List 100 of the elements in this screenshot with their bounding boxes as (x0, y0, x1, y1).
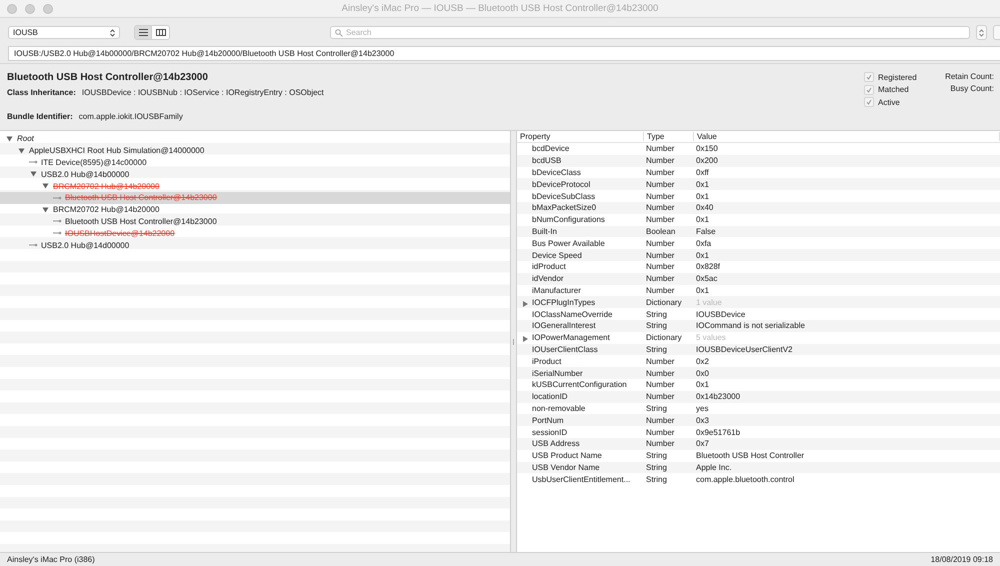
type-cell-text: Dictionary (645, 333, 683, 342)
disclosure-triangle-icon[interactable] (41, 182, 50, 190)
property-name: bMaxPacketSize0 (532, 203, 596, 212)
list-view-button[interactable] (135, 26, 152, 39)
disclosure-triangle-icon[interactable] (41, 206, 50, 214)
class-label: Class Inheritance: (7, 88, 76, 97)
value-cell-text: com.apple.bluetooth.control (695, 474, 796, 484)
value-cell-text: 0x150 (695, 144, 719, 154)
tree-row[interactable]: ITE Device(8595)@14c00000 (0, 156, 510, 168)
value-cell-text: 0x0 (695, 368, 710, 378)
value-cell-text: 1 value (695, 298, 723, 307)
split-handle[interactable] (513, 338, 514, 344)
list-icon (138, 29, 148, 36)
value-cell-text: yes (695, 404, 710, 413)
property-name: non-removable (532, 404, 586, 413)
tree-item-label: BRCM20702 Hub@14b20000 (53, 182, 160, 191)
connector-icon (53, 194, 62, 202)
class-value: IOUSBDevice : IOUSBNub : IOService : IORegistryEntry : OSObject (82, 88, 324, 97)
connector-icon (29, 241, 38, 250)
property-name: idProduct (532, 262, 566, 272)
tree-row[interactable]: AppleUSBXHCI Root Hub Simulation@14000000 (0, 144, 510, 157)
property-name: sessionID (532, 428, 568, 437)
type-cell-text: Number (645, 144, 676, 154)
value-cell-text: 0x1 (695, 180, 710, 189)
property-name: IOClassNameOverride (532, 310, 612, 319)
bundle-label: Bundle Identifier: (7, 112, 73, 121)
column-header[interactable]: Type (644, 132, 694, 141)
value-cell-text: 0x1 (695, 215, 710, 224)
object-name: Bluetooth USB Host Controller@14b23000 (7, 72, 209, 83)
tree-row[interactable]: BRCM20702 Hub@14b20000 (0, 204, 510, 216)
tree-item-label: IOUSBHostDevice@14b22000 (65, 228, 175, 238)
column-header[interactable]: Value (694, 132, 1000, 141)
value-cell-text: Bluetooth USB Host Controller (695, 451, 806, 460)
property-name: iProduct (532, 356, 562, 366)
connector-icon (53, 229, 62, 238)
value-cell-text: Apple Inc. (695, 462, 733, 472)
type-cell-text: Boolean (645, 226, 676, 236)
property-name: kUSBCurrentConfiguration (532, 380, 627, 390)
type-cell-text: String (645, 474, 668, 484)
value-cell-text: 0x9e51761b (695, 428, 742, 437)
value-cell-text: 0x7 (695, 439, 710, 448)
search-field[interactable]: Search (330, 26, 970, 39)
plane-popup[interactable]: IOUSB (8, 26, 120, 39)
value-cell-text: 0x14b23000 (695, 392, 742, 402)
tree-item-label: ITE Device(8595)@14c00000 (41, 158, 147, 167)
property-name: USB Vendor Name (532, 462, 600, 472)
value-cell-text: IOCommand is not serializable (695, 321, 806, 330)
property-name: bNumConfigurations (532, 215, 605, 224)
type-cell-text: Number (645, 156, 676, 166)
property-name: UsbUserClientEntitlement... (532, 474, 630, 484)
disclosure-icon[interactable] (522, 336, 528, 342)
disclosure-triangle-icon[interactable] (5, 134, 14, 143)
tree-item-label: Bluetooth USB Host Controller@14b23000 (65, 216, 217, 226)
value-cell-text: 0xfa (695, 238, 712, 248)
count-label: Busy Count: (950, 84, 994, 92)
type-cell-text: Number (645, 392, 676, 402)
disclosure-icon[interactable] (522, 300, 528, 307)
status-machine: Ainsley's iMac Pro (i386) (7, 555, 95, 564)
value-cell-text: IOUSBDevice (695, 310, 746, 319)
property-name: bDeviceClass (532, 168, 581, 177)
chevrons-icon (110, 28, 115, 36)
tree-row[interactable]: Root (0, 133, 510, 145)
tree-row[interactable]: IOUSBHostDevice@14b22000 (0, 227, 510, 240)
stepper[interactable] (976, 25, 987, 40)
status-date: 18/08/2019 09:18 (930, 555, 993, 564)
property-name: locationID (532, 392, 568, 402)
tree-item-label: USB2.0 Hub@14d00000 (41, 240, 130, 250)
value-cell-text: 0x1 (695, 192, 710, 201)
type-cell-text: Number (645, 250, 676, 260)
property-name: bDeviceSubClass (532, 192, 596, 201)
column-view-button[interactable] (152, 26, 169, 39)
type-cell-text: Number (645, 428, 676, 437)
bundle-value: com.apple.iokit.IOUSBFamily (78, 112, 183, 121)
disclosure-triangle-icon[interactable] (29, 170, 38, 178)
property-name: bcdDevice (532, 144, 570, 154)
column-header[interactable]: Property (517, 132, 644, 141)
tree-row[interactable]: USB2.0 Hub@14d00000 (0, 239, 510, 251)
property-name: Bus Power Available (532, 238, 605, 248)
disclosure-triangle-icon[interactable] (17, 146, 26, 155)
type-cell-text: Number (645, 203, 676, 212)
type-cell-text: Number (645, 368, 676, 378)
tree-item-label: BRCM20702 Hub@14b20000 (53, 205, 160, 214)
connector-icon (29, 158, 38, 166)
tree-row[interactable]: BRCM20702 Hub@14b20000 (0, 180, 510, 192)
value-cell-text: 5 values (695, 333, 727, 342)
value-cell-text: 0x828f (695, 262, 722, 272)
type-cell-text: String (645, 404, 668, 413)
count-label: Retain Count: (945, 72, 994, 81)
property-name: iManufacturer (532, 286, 581, 295)
tree-item-label: Bluetooth USB Host Controller@14b23000 (65, 193, 217, 202)
flag-label: Active (878, 98, 900, 106)
tree-item-label: USB2.0 Hub@14b00000 (41, 170, 130, 179)
type-cell-text: Number (645, 192, 676, 201)
tree-row[interactable]: Bluetooth USB Host Controller@14b23000 (0, 216, 510, 228)
type-cell-text: String (645, 462, 668, 472)
chevrons-icon (979, 28, 984, 36)
tree-row[interactable]: USB2.0 Hub@14b00000 (0, 168, 510, 180)
type-cell-text: String (645, 321, 668, 330)
value-cell-text: 0xff (695, 168, 710, 177)
path-field[interactable]: IOUSB:/USB2.0 Hub@14b00000/BRCM20702 Hub@14b20000/Bluetooth USB Host Controller@14b23000 (8, 46, 1000, 61)
